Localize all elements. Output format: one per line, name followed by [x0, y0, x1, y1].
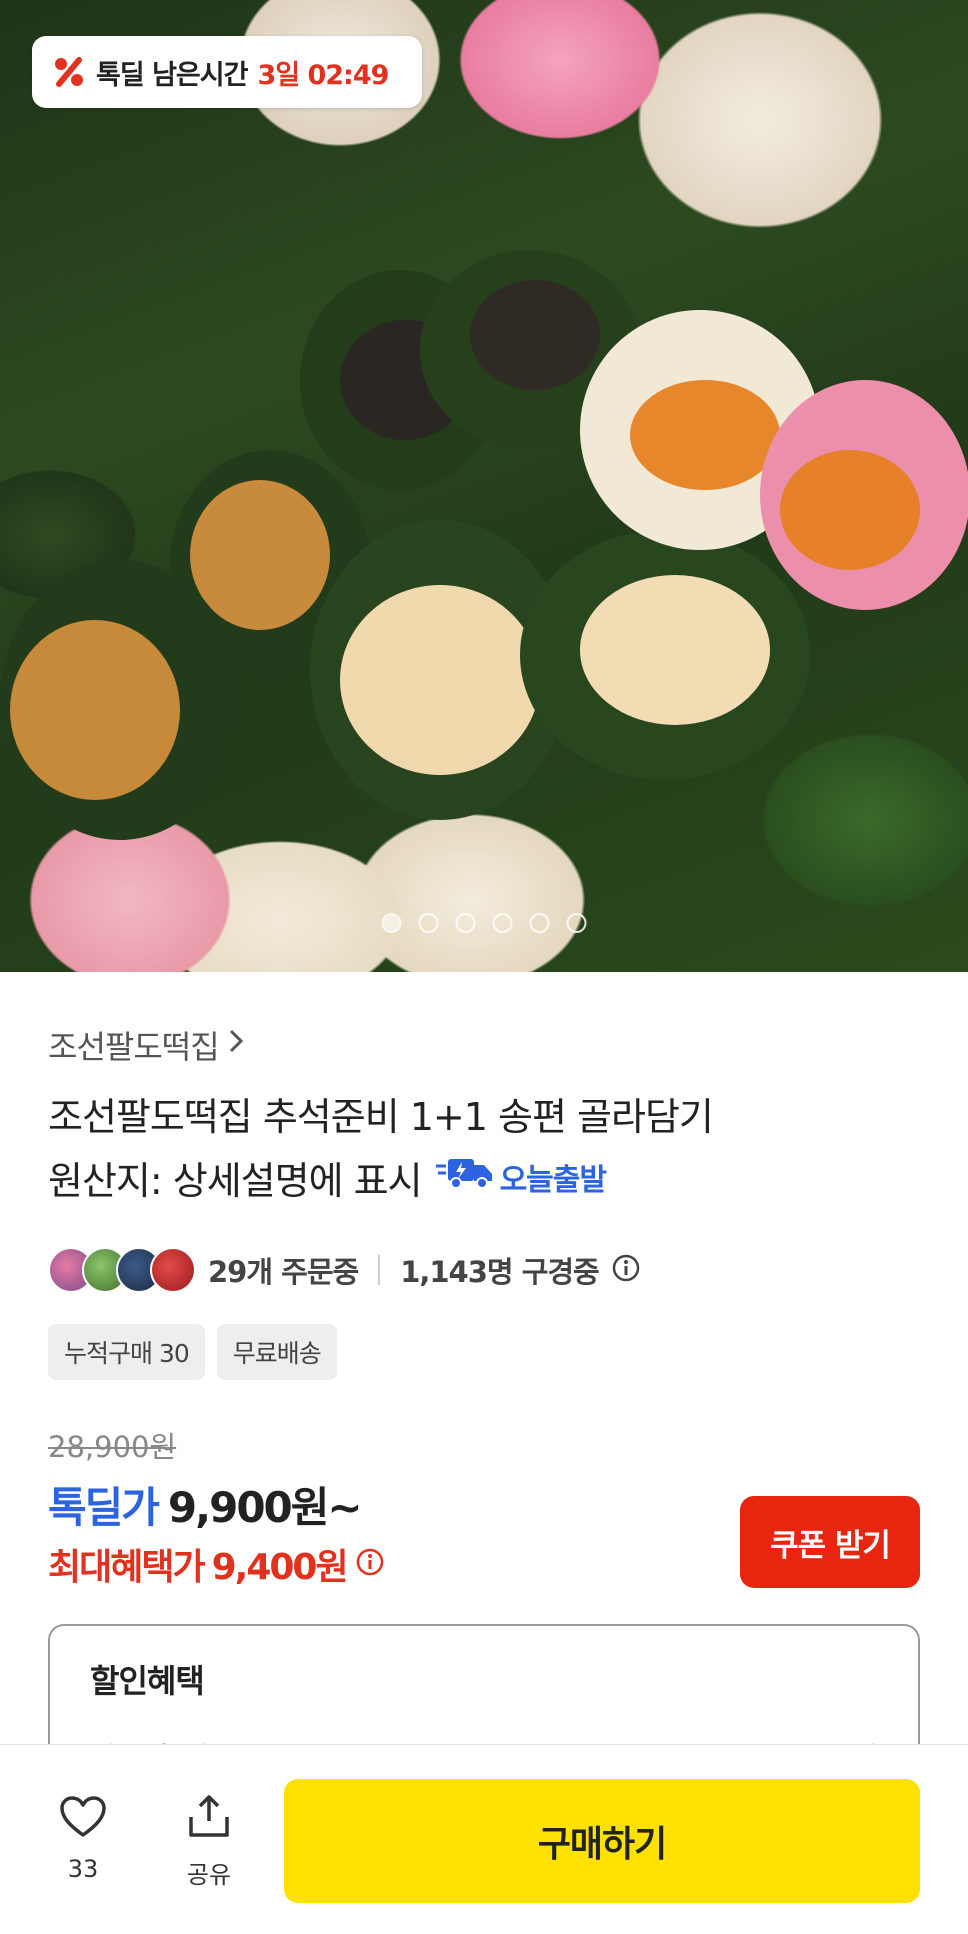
songpyeon-filling	[780, 450, 920, 570]
like-button[interactable]: 33	[28, 1795, 138, 1883]
get-coupon-button[interactable]: 쿠폰 받기	[740, 1496, 920, 1588]
carousel-dot[interactable]	[418, 913, 439, 933]
chevron-right-icon	[227, 1026, 245, 1064]
product-origin: 원산지: 상세설명에 표시	[48, 1159, 423, 1203]
buyer-avatars	[48, 1247, 196, 1293]
deal-price-value: 9,900원~	[167, 1483, 363, 1532]
order-count: 29개 주문중	[208, 1255, 359, 1289]
chip-free-shipping: 무료배송	[216, 1324, 337, 1380]
songpyeon-filling	[580, 575, 770, 725]
share-icon	[186, 1793, 232, 1843]
carousel-dot[interactable]	[566, 913, 587, 933]
product-title: 조선팔도떡집 추석준비 1+1 송편 골라담기 원산지: 상세설명에 표시 오늘…	[48, 1085, 928, 1213]
max-benefit-price: 최대혜택가 9,400원	[48, 1538, 385, 1590]
product-chips: 누적구매 30 무료배송	[48, 1324, 337, 1380]
product-title-line: 조선팔도떡집 추석준비 1+1 송편 골라담기	[48, 1095, 714, 1139]
today-shipping-badge: 오늘출발	[435, 1149, 607, 1213]
today-shipping-label: 오늘출발	[499, 1163, 607, 1198]
discount-percent-icon	[52, 55, 86, 89]
share-label: 공유	[186, 1861, 232, 1889]
like-count: 33	[67, 1855, 99, 1883]
carousel-dot[interactable]	[455, 913, 476, 933]
songpyeon-filling	[470, 280, 600, 390]
avatar	[150, 1247, 196, 1293]
heart-icon	[59, 1795, 107, 1843]
songpyeon-filling	[190, 480, 330, 630]
deal-timer-label: 톡딜 남은시간	[96, 59, 248, 91]
max-benefit-value: 9,400원	[211, 1547, 349, 1588]
carousel-dot[interactable]	[492, 913, 513, 933]
share-button[interactable]: 공유	[154, 1793, 264, 1890]
seller-link[interactable]: 조선팔도떡집	[48, 1022, 245, 1068]
social-stats: 29개 주문중 1,143명 구경중	[48, 1246, 641, 1294]
divider	[378, 1255, 381, 1285]
info-icon[interactable]	[611, 1253, 641, 1287]
carousel-dot[interactable]	[381, 913, 402, 933]
deal-price-label: 톡딜가	[48, 1483, 160, 1532]
info-icon[interactable]	[355, 1547, 385, 1581]
carousel-indicator	[381, 913, 587, 933]
carousel-dot[interactable]	[529, 913, 550, 933]
bottom-action-bar: 33 공유 구매하기	[0, 1744, 968, 1934]
viewer-count: 1,143명 구경중	[400, 1255, 600, 1289]
buy-button[interactable]: 구매하기	[284, 1779, 920, 1903]
songpyeon-filling	[630, 380, 780, 490]
songpyeon-filling	[10, 620, 180, 800]
deal-price: 톡딜가 9,900원~	[48, 1474, 363, 1535]
original-price: 28,900원	[48, 1430, 177, 1464]
deal-timer-time: 3일 02:49	[257, 59, 389, 91]
product-image-carousel[interactable]: 톡딜 남은시간 3일 02:49	[0, 0, 968, 972]
chip-cumulative-purchases: 누적구매 30	[48, 1324, 205, 1380]
delivery-truck-icon	[435, 1149, 494, 1213]
max-benefit-label: 최대혜택가	[48, 1547, 206, 1588]
seller-name: 조선팔도떡집	[48, 1028, 220, 1066]
songpyeon-filling	[340, 585, 540, 775]
deal-timer-badge: 톡딜 남은시간 3일 02:49	[32, 36, 422, 108]
benefit-heading: 할인혜택	[90, 1662, 205, 1700]
